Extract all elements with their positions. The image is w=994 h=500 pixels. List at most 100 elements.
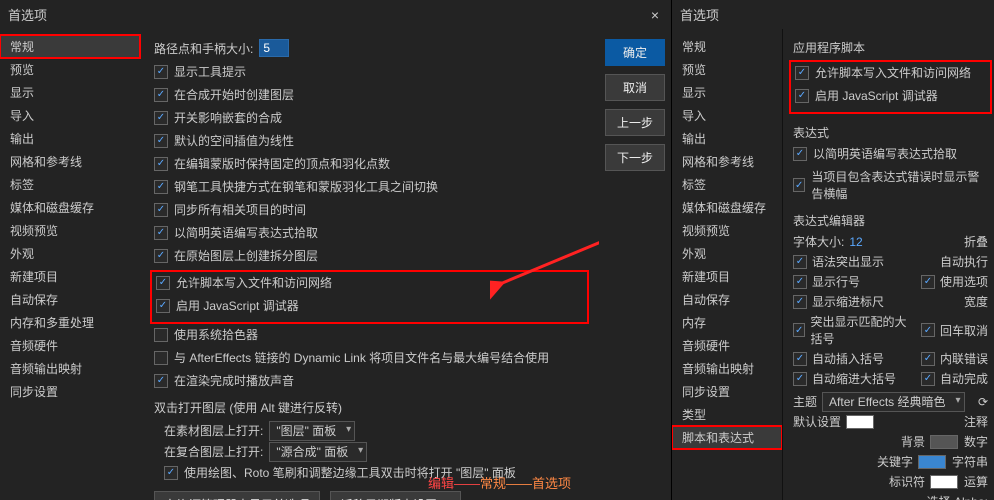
general-check-0[interactable]: 显示工具提示 xyxy=(154,63,585,80)
prefs-content-right: 应用程序脚本 允许脚本写入文件和访问网络 启用 JavaScript 调试器 表… xyxy=(783,29,994,500)
expr-error-banner-label: 当项目包含表达式错误时显示警告横幅 xyxy=(811,168,988,202)
r-sidebar-item-13[interactable]: 音频硬件 xyxy=(672,334,782,357)
sidebar-item-6[interactable]: 标签 xyxy=(0,173,140,196)
reveal-prefs-button[interactable]: 在资源管理器中显示首选项 xyxy=(154,491,320,500)
r-allow-script-write-checkbox[interactable]: 允许脚本写入文件和访问网络 xyxy=(795,64,986,81)
keyword-swatch[interactable] xyxy=(918,455,946,469)
default-set-label: 默认设置 xyxy=(793,413,841,430)
r-sidebar-item-15[interactable]: 同步设置 xyxy=(672,380,782,403)
expr-error-banner-checkbox[interactable]: 当项目包含表达式错误时显示警告横幅 xyxy=(793,168,988,202)
next-button[interactable]: 下一步 xyxy=(605,144,665,171)
general-check-1[interactable]: 在合成开始时创建图层 xyxy=(154,86,585,103)
auto-insert-bracket-checkbox[interactable] xyxy=(793,352,807,366)
sidebar-item-14[interactable]: 音频输出映射 xyxy=(0,357,140,380)
ident-swatch[interactable] xyxy=(930,475,958,489)
general-check-4[interactable]: 在编辑蒙版时保持固定的顶点和羽化点数 xyxy=(154,155,585,172)
prefs-sidebar-left: 常规预览显示导入输出网格和参考线标签媒体和磁盘缓存视频预览外观新建项目自动保存内… xyxy=(0,29,140,500)
r-sidebar-item-7[interactable]: 媒体和磁盘缓存 xyxy=(672,196,782,219)
use-sel-label: 使用选项 xyxy=(940,273,988,290)
refresh-icon[interactable]: ⟳ xyxy=(978,395,988,409)
migrate-settings-button[interactable]: 迁移早期版本设置 ... xyxy=(330,491,461,500)
r-sidebar-item-0[interactable]: 常规 xyxy=(672,35,782,58)
carret-checkbox[interactable] xyxy=(921,323,935,337)
sidebar-item-3[interactable]: 导入 xyxy=(0,104,140,127)
sidebar-item-5[interactable]: 网格和参考线 xyxy=(0,150,140,173)
sidebar-item-4[interactable]: 输出 xyxy=(0,127,140,150)
r-sidebar-item-4[interactable]: 输出 xyxy=(672,127,782,150)
sel-alpha-label: 选择 Alpha: xyxy=(927,493,988,500)
open-comp-select[interactable]: "源合成" 面板 xyxy=(269,442,367,462)
r-sidebar-item-6[interactable]: 标签 xyxy=(672,173,782,196)
sidebar-item-11[interactable]: 自动保存 xyxy=(0,288,140,311)
close-icon[interactable]: × xyxy=(647,7,663,23)
general-check-7[interactable]: 以简明英语编写表达式拾取 xyxy=(154,224,585,241)
bg-swatch[interactable] xyxy=(930,435,958,449)
prev-button[interactable]: 上一步 xyxy=(605,109,665,136)
simple-english-expr-checkbox[interactable]: 以简明英语编写表达式拾取 xyxy=(793,145,988,162)
general-check-5[interactable]: 钢笔工具快捷方式在钢笔和蒙版羽化工具之间切换 xyxy=(154,178,585,195)
sidebar-item-15[interactable]: 同步设置 xyxy=(0,380,140,403)
inline-err-checkbox[interactable] xyxy=(921,352,935,366)
sidebar-item-0[interactable]: 常规 xyxy=(0,35,140,58)
general-check2-1[interactable]: 与 AfterEffects 链接的 Dynamic Link 将项目文件名与最… xyxy=(154,349,585,366)
indent-ruler-label: 显示缩进标尺 xyxy=(812,293,884,310)
theme-select[interactable]: After Effects 经典暗色 xyxy=(822,392,964,412)
r-sidebar-item-2[interactable]: 显示 xyxy=(672,81,782,104)
r-sidebar-item-14[interactable]: 音频输出映射 xyxy=(672,357,782,380)
default-swatch[interactable] xyxy=(846,415,874,429)
prefs-content-left: 路径点和手柄大小: 显示工具提示在合成开始时创建图层开关影响嵌套的合成默认的空间… xyxy=(140,29,599,500)
font-size-value[interactable]: 12 xyxy=(849,235,862,249)
handle-size-input[interactable] xyxy=(259,39,289,57)
auto-indent-bracket-label: 自动缩进大括号 xyxy=(812,370,896,387)
handle-size-label: 路径点和手柄大小: xyxy=(154,40,253,57)
r-sidebar-item-9[interactable]: 外观 xyxy=(672,242,782,265)
sidebar-item-8[interactable]: 视频预览 xyxy=(0,219,140,242)
expr-editor-title: 表达式编辑器 xyxy=(793,212,988,229)
indent-ruler-checkbox[interactable] xyxy=(793,295,807,309)
r-sidebar-item-3[interactable]: 导入 xyxy=(672,104,782,127)
general-check-2[interactable]: 开关影响嵌套的合成 xyxy=(154,109,585,126)
r-sidebar-item-5[interactable]: 网格和参考线 xyxy=(672,150,782,173)
sidebar-item-7[interactable]: 媒体和磁盘缓存 xyxy=(0,196,140,219)
enable-js-debugger-checkbox[interactable]: 启用 JavaScript 调试器 xyxy=(156,297,583,314)
app-script-title: 应用程序脚本 xyxy=(793,39,988,56)
r-sidebar-item-11[interactable]: 自动保存 xyxy=(672,288,782,311)
cancel-button[interactable]: 取消 xyxy=(605,74,665,101)
general-check-6[interactable]: 同步所有相关项目的时间 xyxy=(154,201,585,218)
syntax-highlight-checkbox[interactable] xyxy=(793,255,807,269)
r-enable-js-debugger-checkbox[interactable]: 启用 JavaScript 调试器 xyxy=(795,87,986,104)
r-sidebar-item-16[interactable]: 类型 xyxy=(672,403,782,426)
r-sidebar-item-1[interactable]: 预览 xyxy=(672,58,782,81)
sidebar-item-2[interactable]: 显示 xyxy=(0,81,140,104)
line-numbers-checkbox[interactable] xyxy=(793,275,807,289)
general-check2-0[interactable]: 使用系统拾色器 xyxy=(154,326,585,343)
sidebar-item-9[interactable]: 外观 xyxy=(0,242,140,265)
auto-indent-bracket-checkbox[interactable] xyxy=(793,372,807,386)
general-check-8[interactable]: 在原始图层上创建拆分图层 xyxy=(154,247,585,264)
open-footage-select[interactable]: "图层" 面板 xyxy=(269,421,355,441)
r-sidebar-item-8[interactable]: 视频预览 xyxy=(672,219,782,242)
sidebar-item-1[interactable]: 预览 xyxy=(0,58,140,81)
enable-js-debugger-label: 启用 JavaScript 调试器 xyxy=(176,297,299,314)
dblclick-section-title: 双击打开图层 (使用 Alt 键进行反转) xyxy=(154,399,585,416)
ok-button[interactable]: 确定 xyxy=(605,39,665,66)
collapse-link[interactable]: 折叠 xyxy=(964,233,988,250)
op-label: 运算 xyxy=(964,473,988,490)
general-check-3[interactable]: 默认的空间插值为线性 xyxy=(154,132,585,149)
r-sidebar-item-17[interactable]: 脚本和表达式 xyxy=(672,426,782,449)
keyword-label: 关键字 xyxy=(877,453,913,470)
number-label: 数字 xyxy=(964,433,988,450)
autocomp-checkbox[interactable] xyxy=(921,372,935,386)
sidebar-item-10[interactable]: 新建项目 xyxy=(0,265,140,288)
match-bracket-checkbox[interactable] xyxy=(793,323,805,337)
general-check2-2[interactable]: 在渲染完成时播放声音 xyxy=(154,372,585,389)
inline-err-label: 内联错误 xyxy=(940,350,988,367)
dialog-title-right: 首选项 xyxy=(680,5,719,24)
auto-insert-bracket-label: 自动插入括号 xyxy=(812,350,884,367)
r-sidebar-item-12[interactable]: 内存 xyxy=(672,311,782,334)
use-sel-checkbox[interactable] xyxy=(921,275,935,289)
allow-script-write-checkbox[interactable]: 允许脚本写入文件和访问网络 xyxy=(156,274,583,291)
sidebar-item-13[interactable]: 音频硬件 xyxy=(0,334,140,357)
sidebar-item-12[interactable]: 内存和多重处理 xyxy=(0,311,140,334)
r-sidebar-item-10[interactable]: 新建项目 xyxy=(672,265,782,288)
